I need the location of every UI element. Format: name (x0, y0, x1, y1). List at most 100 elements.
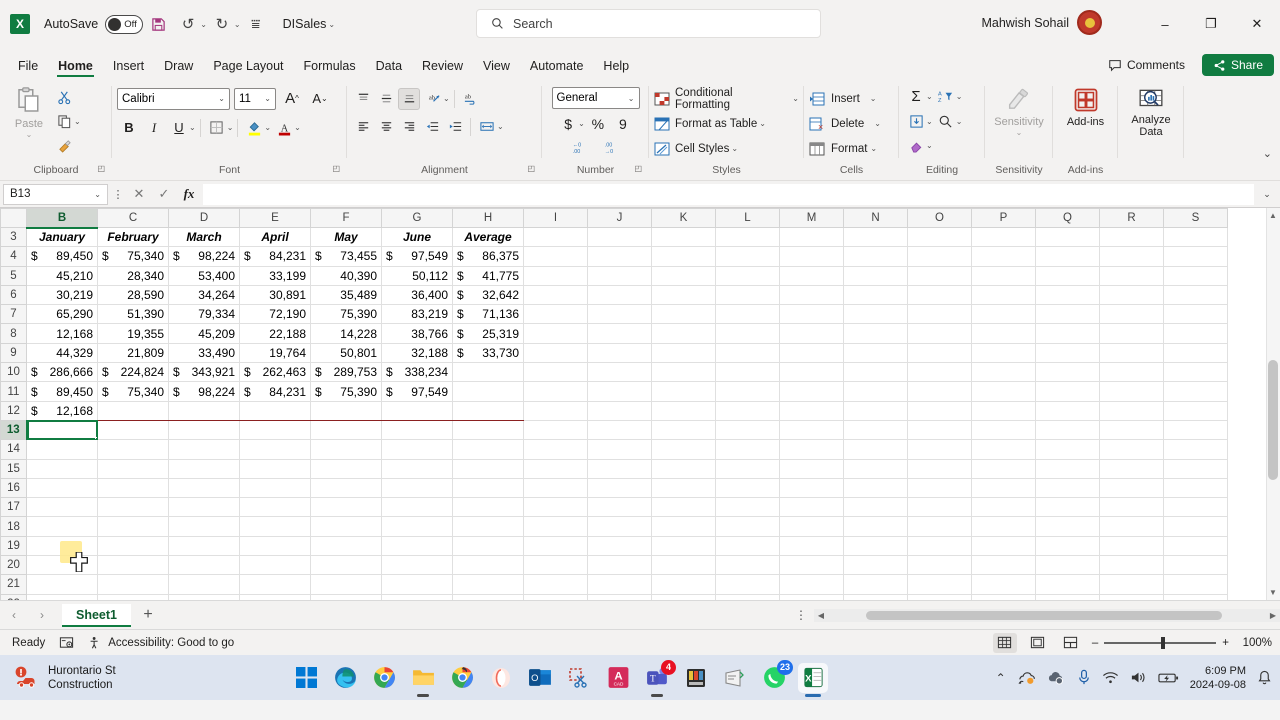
cell-S14[interactable] (1164, 440, 1228, 459)
cell-J7[interactable] (588, 305, 652, 324)
cell-J9[interactable] (588, 343, 652, 362)
tab-draw[interactable]: Draw (154, 56, 203, 78)
cell-J8[interactable] (588, 324, 652, 343)
cell-O17[interactable] (908, 498, 972, 517)
fill-color-chevron-down-icon[interactable]: ⌄ (264, 123, 271, 132)
cell-M3[interactable] (780, 228, 844, 247)
cell-K21[interactable] (652, 575, 716, 594)
cell-N12[interactable] (844, 401, 908, 420)
row-header-12[interactable]: 12 (1, 401, 27, 420)
cell-P12[interactable] (972, 401, 1036, 420)
cell-styles-button[interactable]: Cell Styles ⌄ (654, 136, 738, 161)
cell-H16[interactable] (453, 478, 524, 497)
row-header-18[interactable]: 18 (1, 517, 27, 536)
cell-R13[interactable] (1100, 420, 1164, 439)
normal-view-button[interactable] (993, 633, 1017, 653)
cell-L11[interactable] (716, 382, 780, 401)
cell-G7[interactable]: 83,219 (382, 305, 453, 324)
file-explorer-icon[interactable] (408, 663, 438, 693)
cell-I19[interactable] (524, 536, 588, 555)
name-box-chevron-down-icon[interactable]: ⌄ (94, 190, 101, 199)
font-dialog-launcher[interactable]: ◰ (332, 161, 340, 177)
tab-review[interactable]: Review (412, 56, 473, 78)
autosave-toggle[interactable]: AutoSave Off (44, 15, 143, 34)
cell-M16[interactable] (780, 478, 844, 497)
add-sheet-button[interactable]: + (131, 606, 165, 624)
cell-Q20[interactable] (1036, 556, 1100, 575)
cell-J15[interactable] (588, 459, 652, 478)
cell-C10[interactable]: $224,824 (98, 363, 169, 382)
cell-C7[interactable]: 51,390 (98, 305, 169, 324)
select-all-corner[interactable] (1, 209, 27, 228)
percent-format-button[interactable]: % (586, 112, 610, 135)
cell-B11[interactable]: $89,450 (27, 382, 98, 401)
cell-G19[interactable] (382, 536, 453, 555)
cell-H13[interactable] (453, 420, 524, 439)
tab-formulas[interactable]: Formulas (294, 56, 366, 78)
cell-P4[interactable] (972, 247, 1036, 266)
row-header-19[interactable]: 19 (1, 536, 27, 555)
number-format-select[interactable]: General ⌄ (552, 87, 640, 109)
cell-N4[interactable] (844, 247, 908, 266)
cell-E15[interactable] (240, 459, 311, 478)
cell-J16[interactable] (588, 478, 652, 497)
cell-G11[interactable]: $97,549 (382, 382, 453, 401)
column-header-I[interactable]: I (524, 209, 588, 228)
column-header-N[interactable]: N (844, 209, 908, 228)
zoom-track[interactable] (1104, 642, 1216, 644)
row-header-3[interactable]: 3 (1, 228, 27, 247)
cell-B6[interactable]: 30,219 (27, 285, 98, 304)
cell-F11[interactable]: $75,390 (311, 382, 382, 401)
cell-G15[interactable] (382, 459, 453, 478)
cell-O14[interactable] (908, 440, 972, 459)
undo-icon[interactable]: ↺ (173, 9, 203, 39)
cell-G3[interactable]: June (382, 228, 453, 247)
underline-button[interactable]: U (167, 116, 191, 139)
cell-E18[interactable] (240, 517, 311, 536)
cell-O8[interactable] (908, 324, 972, 343)
cell-D15[interactable] (169, 459, 240, 478)
cell-O4[interactable] (908, 247, 972, 266)
cell-M9[interactable] (780, 343, 844, 362)
cell-H6[interactable]: $32,642 (453, 285, 524, 304)
cell-N17[interactable] (844, 498, 908, 517)
column-header-Q[interactable]: Q (1036, 209, 1100, 228)
autosum-button[interactable]: Σ (904, 85, 928, 108)
cell-L3[interactable] (716, 228, 780, 247)
cell-N5[interactable] (844, 266, 908, 285)
row-header-21[interactable]: 21 (1, 575, 27, 594)
column-header-S[interactable]: S (1164, 209, 1228, 228)
cell-J13[interactable] (588, 420, 652, 439)
minimize-button[interactable]: – (1142, 0, 1188, 48)
orientation-button[interactable]: ab (421, 87, 445, 110)
cell-J20[interactable] (588, 556, 652, 575)
comments-button[interactable]: Comments (1098, 54, 1195, 76)
previous-sheet-button[interactable]: ‹ (0, 608, 28, 622)
cell-S5[interactable] (1164, 266, 1228, 285)
cell-P18[interactable] (972, 517, 1036, 536)
cell-I12[interactable] (524, 401, 588, 420)
italic-button[interactable]: I (142, 116, 166, 139)
cell-B14[interactable] (27, 440, 98, 459)
cell-Q17[interactable] (1036, 498, 1100, 517)
name-box[interactable]: B13 ⌄ (3, 184, 108, 205)
cancel-icon[interactable]: ✕ (128, 186, 150, 202)
cell-E21[interactable] (240, 575, 311, 594)
cell-I16[interactable] (524, 478, 588, 497)
cell-S13[interactable] (1164, 420, 1228, 439)
cell-G4[interactable]: $97,549 (382, 247, 453, 266)
tab-file[interactable]: File (8, 56, 48, 78)
cell-L5[interactable] (716, 266, 780, 285)
cell-B13[interactable] (27, 420, 98, 439)
number-format-chevron-down-icon[interactable]: ⌄ (628, 94, 635, 103)
page-layout-view-button[interactable] (1026, 633, 1050, 653)
insert-function-icon[interactable]: fx (178, 186, 200, 202)
maximize-button[interactable]: ❐ (1188, 0, 1234, 48)
cell-H20[interactable] (453, 556, 524, 575)
cell-R14[interactable] (1100, 440, 1164, 459)
cell-N21[interactable] (844, 575, 908, 594)
delete-chevron-down-icon[interactable]: ⌄ (874, 119, 881, 128)
cell-D11[interactable]: $98,224 (169, 382, 240, 401)
save-icon[interactable] (143, 9, 173, 39)
cell-N3[interactable] (844, 228, 908, 247)
